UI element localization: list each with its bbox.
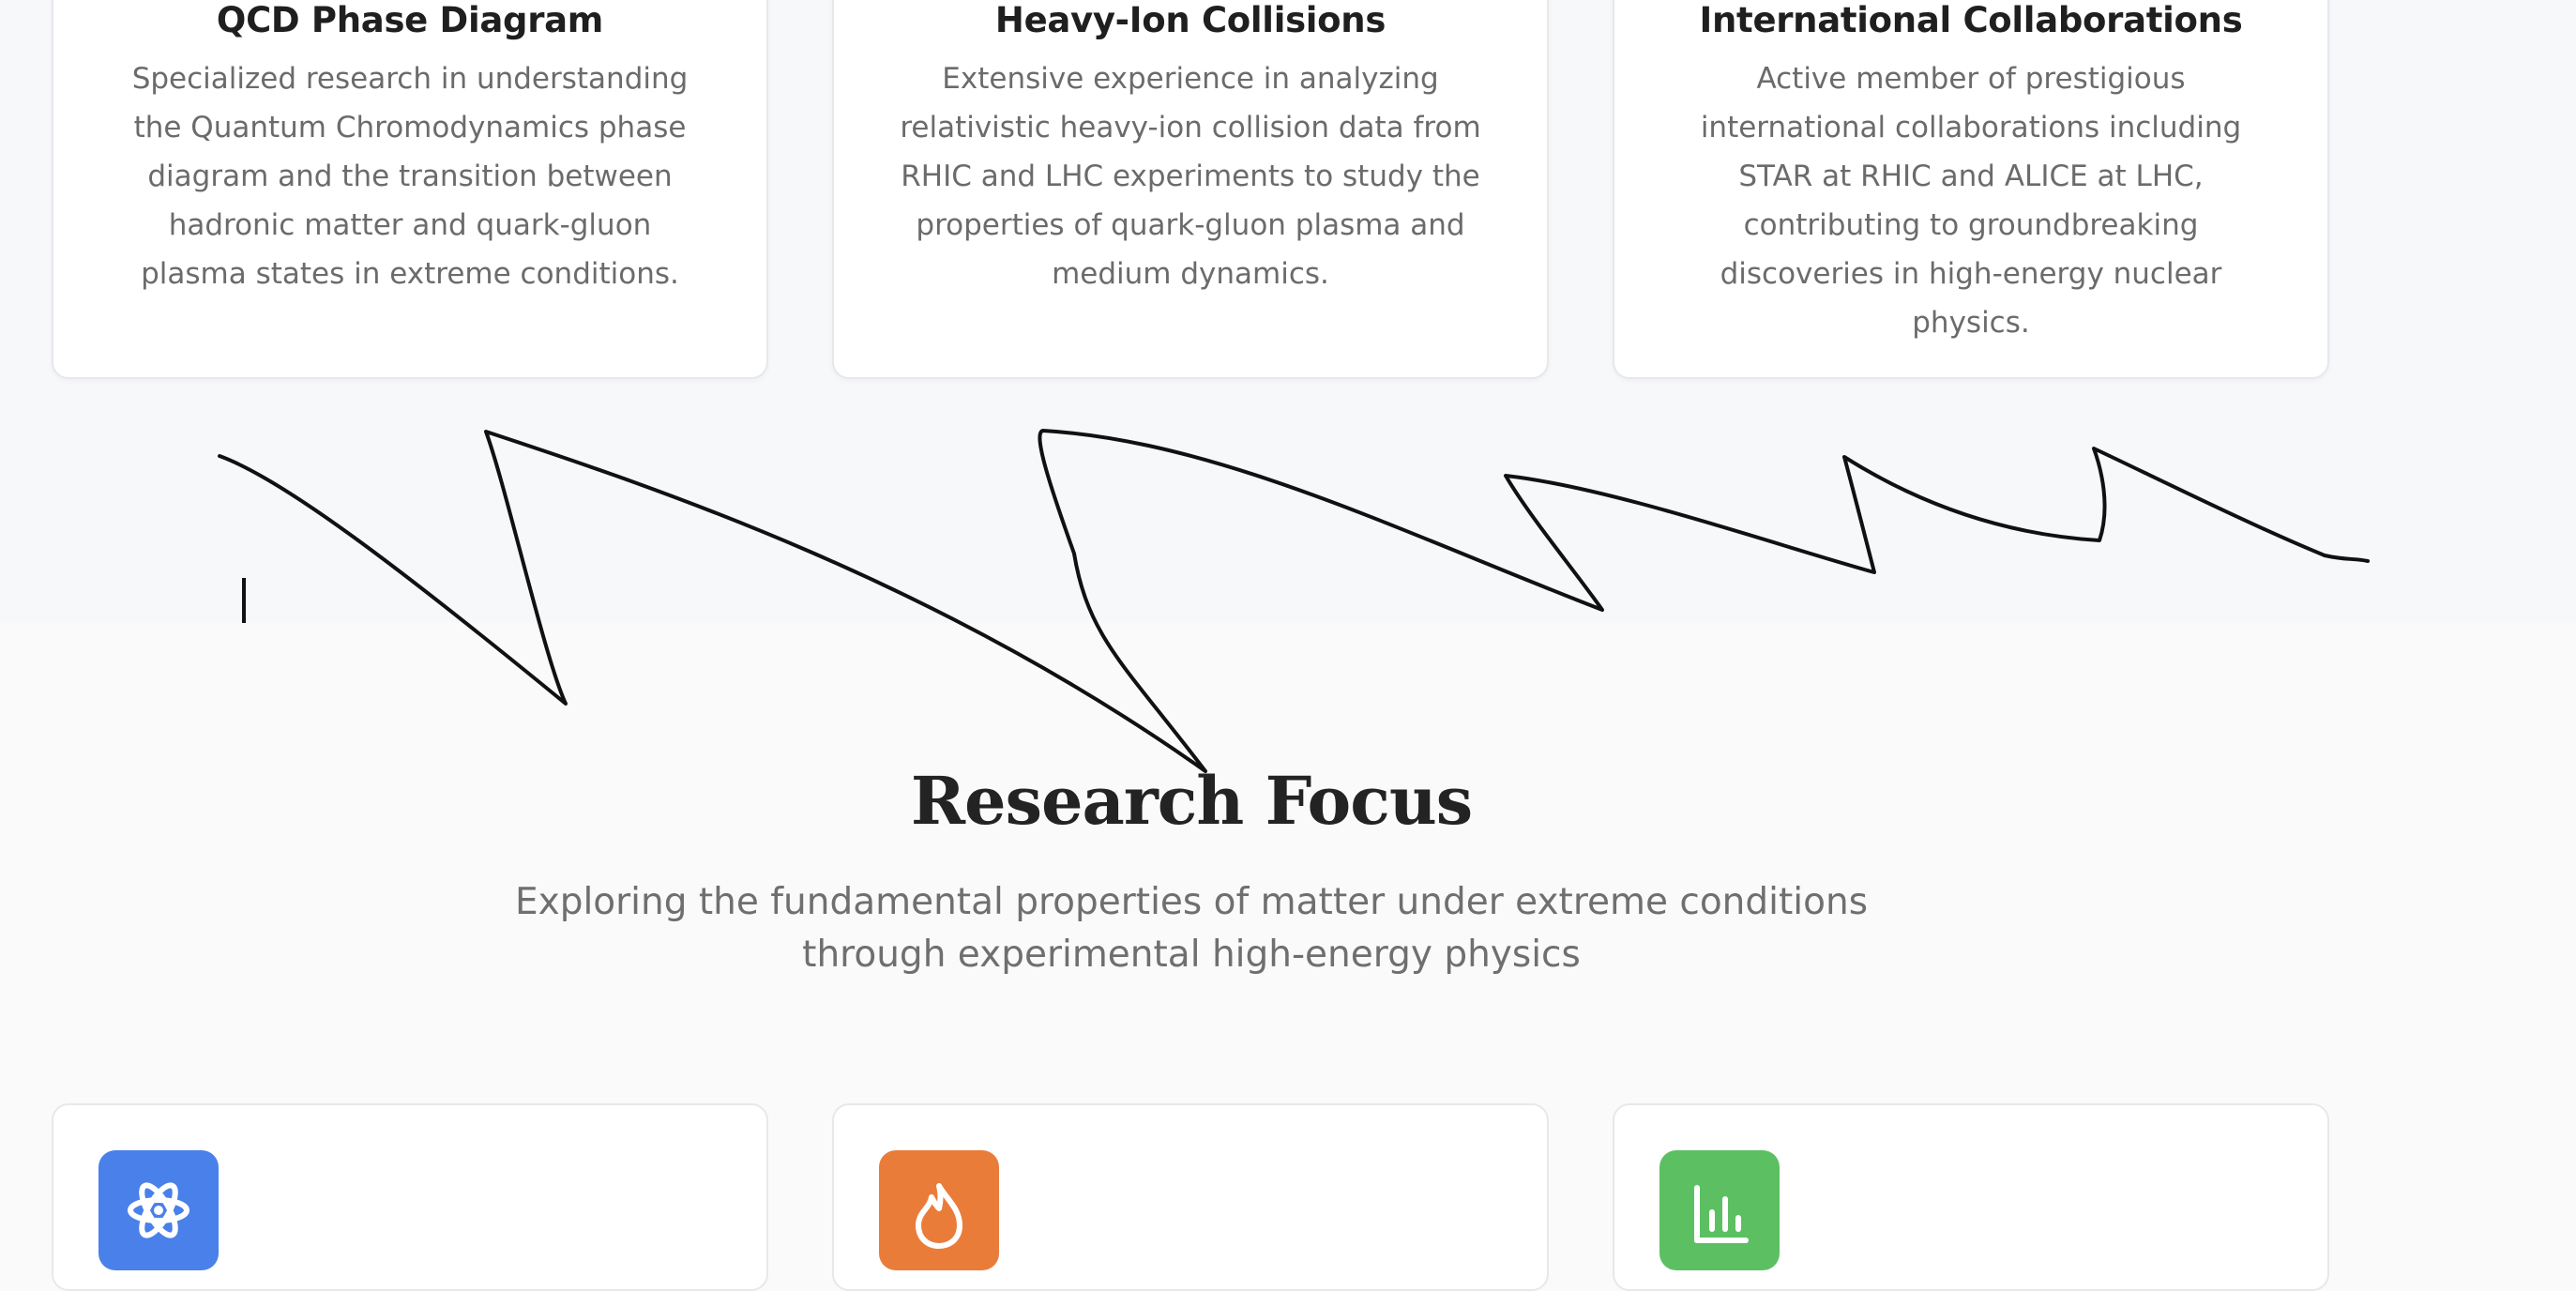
feature-title: International Collaborations: [1699, 0, 2243, 40]
feature-description: Specialized research in understanding th…: [131, 62, 689, 291]
research-focus-title: Research Focus: [910, 762, 1473, 840]
features-section: QCD Phase Diagram Specialized research i…: [0, 0, 2576, 623]
feature-card-heavy-ion: Heavy-Ion Collisions Extensive experienc…: [832, 0, 1549, 379]
feature-card-qcd: QCD Phase Diagram Specialized research i…: [52, 0, 768, 379]
text-cursor: [242, 578, 246, 623]
feature-description: Extensive experience in analyzing relati…: [900, 62, 1481, 291]
focus-card-plasma[interactable]: [832, 1103, 1549, 1291]
feature-title: QCD Phase Diagram: [216, 0, 604, 40]
atom-icon: [98, 1150, 219, 1270]
feature-description: Active member of prestigious internation…: [1700, 62, 2242, 340]
feature-title: Heavy-Ion Collisions: [994, 0, 1386, 40]
research-focus-subtitle: Exploring the fundamental properties of …: [514, 881, 1869, 976]
focus-card-data-analysis[interactable]: [1613, 1103, 2329, 1291]
feature-card-collaborations: International Collaborations Active memb…: [1613, 0, 2329, 379]
bar-chart-icon: [1659, 1150, 1780, 1270]
focus-card-particle-physics[interactable]: [52, 1103, 768, 1291]
flame-icon: [879, 1150, 999, 1270]
